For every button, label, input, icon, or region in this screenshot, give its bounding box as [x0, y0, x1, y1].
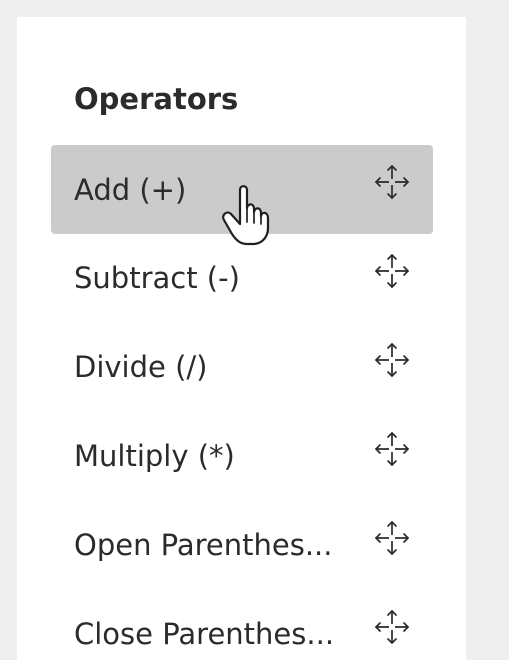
- operator-label: Add (+): [74, 173, 187, 207]
- operator-label: Multiply (*): [74, 439, 235, 473]
- move-icon[interactable]: [373, 608, 411, 646]
- operator-label: Subtract (-): [74, 261, 240, 295]
- operator-label: Divide (/): [74, 350, 208, 384]
- operator-item-open-parenthesis[interactable]: Open Parenthes...: [51, 501, 433, 590]
- move-icon[interactable]: [373, 163, 411, 201]
- operator-item-add[interactable]: Add (+): [51, 145, 433, 234]
- panel-title: Operators: [74, 82, 239, 116]
- move-icon[interactable]: [373, 430, 411, 468]
- operator-item-subtract[interactable]: Subtract (-): [51, 234, 433, 323]
- operator-item-multiply[interactable]: Multiply (*): [51, 412, 433, 501]
- operators-panel: Operators Add (+) Subtract (-) Divide (/…: [17, 17, 466, 660]
- operator-item-close-parenthesis[interactable]: Close Parenthes...: [51, 590, 433, 660]
- operator-item-divide[interactable]: Divide (/): [51, 323, 433, 412]
- operator-label: Close Parenthes...: [74, 617, 335, 651]
- operator-list: Add (+) Subtract (-) Divide (/) Multiply…: [51, 145, 433, 660]
- move-icon[interactable]: [373, 252, 411, 290]
- operator-label: Open Parenthes...: [74, 528, 333, 562]
- move-icon[interactable]: [373, 341, 411, 379]
- move-icon[interactable]: [373, 519, 411, 557]
